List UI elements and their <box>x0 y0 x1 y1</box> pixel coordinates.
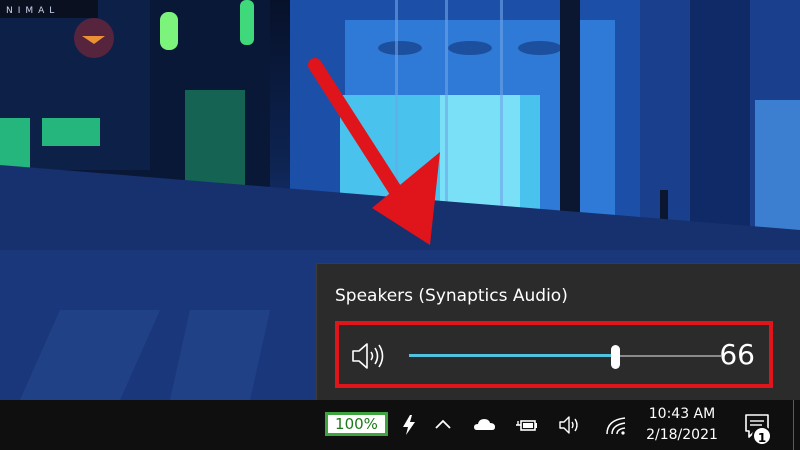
volume-slider[interactable] <box>409 345 721 369</box>
chevron-up-icon[interactable] <box>430 412 456 438</box>
volume-slider-fill <box>409 354 615 357</box>
speaker-icon[interactable] <box>557 412 583 438</box>
clock-time: 10:43 AM <box>648 406 716 422</box>
red-arrow-annotation <box>308 58 440 245</box>
volume-value: 66 <box>719 338 755 371</box>
audio-device-name[interactable]: Speakers (Synaptics Audio) <box>335 286 568 306</box>
volume-control-highlight: 66 <box>335 321 773 388</box>
show-desktop-button[interactable] <box>793 400 794 450</box>
wallpaper-sign-text: NIMAL <box>6 6 59 16</box>
wifi-icon[interactable] <box>603 412 629 438</box>
volume-flyout: Speakers (Synaptics Audio) 66 <box>316 263 800 400</box>
taskbar-clock[interactable]: 10:43 AM 2/18/2021 <box>640 404 724 446</box>
notification-count-badge: 1 <box>752 426 772 446</box>
volume-slider-thumb[interactable] <box>610 345 620 369</box>
power-plug-icon[interactable] <box>514 412 540 438</box>
speaker-mute-toggle-icon[interactable] <box>350 341 386 371</box>
charging-icon[interactable] <box>396 412 422 438</box>
onedrive-cloud-icon[interactable] <box>472 412 498 438</box>
battery-percent-badge[interactable]: 100% <box>325 412 388 436</box>
taskbar: 100% 10:43 AM 2/18/2021 <box>0 400 800 450</box>
clock-date: 2/18/2021 <box>646 427 718 443</box>
